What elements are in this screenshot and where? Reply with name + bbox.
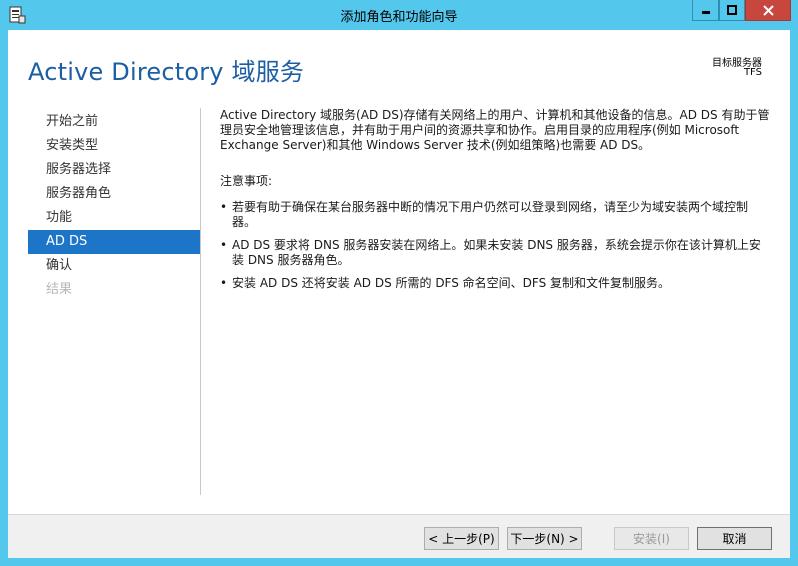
minimize-icon — [701, 11, 710, 14]
note-text: 安装 AD DS 还将安装 AD DS 所需的 DFS 命名空间、DFS 复制和… — [232, 276, 671, 290]
bullet-icon: • — [220, 276, 228, 290]
wizard-window: Active Directory 域服务 目标服务器 TFS 开始之前 安装类型… — [8, 30, 790, 558]
notes-title: 注意事项: — [220, 174, 273, 188]
nav-item-ad-ds[interactable]: AD DS — [28, 230, 200, 254]
bullet-icon: • — [220, 238, 228, 252]
nav-item-features[interactable]: 功能 — [28, 206, 200, 230]
maximize-button[interactable] — [719, 0, 745, 21]
nav-item-server-roles[interactable]: 服务器角色 — [28, 182, 200, 206]
bullet-icon: • — [220, 200, 228, 214]
list-item: • AD DS 要求将 DNS 服务器安装在网络上。如果未安装 DNS 服务器，… — [220, 238, 770, 268]
cancel-button[interactable]: 取消 — [697, 527, 772, 550]
nav-item-installation-type[interactable]: 安装类型 — [28, 134, 200, 158]
list-item: • 安装 AD DS 还将安装 AD DS 所需的 DFS 命名空间、DFS 复… — [220, 276, 770, 291]
title-bar: 添加角色和功能向导 — [0, 0, 798, 30]
previous-button[interactable]: < 上一步(P) — [424, 527, 499, 550]
nav-item-before-you-begin[interactable]: 开始之前 — [28, 110, 200, 134]
next-button[interactable]: 下一步(N) > — [507, 527, 582, 550]
minimize-button[interactable] — [692, 0, 719, 21]
intro-text: Active Directory 域服务(AD DS)存储有关网络上的用户、计算… — [220, 108, 770, 152]
install-button: 安装(I) — [614, 527, 689, 550]
page-title: Active Directory 域服务 — [28, 58, 305, 86]
list-item: • 若要有助于确保在某台服务器中断的情况下用户仍然可以登录到网络，请至少为域安装… — [220, 200, 770, 230]
nav-divider — [200, 108, 201, 495]
target-server-value: TFS — [743, 67, 762, 78]
nav-item-confirmation[interactable]: 确认 — [28, 254, 200, 278]
content-panel: Active Directory 域服务(AD DS)存储有关网络上的用户、计算… — [220, 108, 770, 299]
nav-item-results: 结果 — [46, 282, 73, 297]
close-icon — [762, 4, 774, 16]
close-button[interactable] — [745, 0, 791, 21]
note-text: 若要有助于确保在某台服务器中断的情况下用户仍然可以登录到网络，请至少为域安装两个… — [232, 200, 749, 229]
maximize-icon — [727, 5, 737, 15]
note-text: AD DS 要求将 DNS 服务器安装在网络上。如果未安装 DNS 服务器，系统… — [232, 238, 761, 267]
wizard-nav: 开始之前 安装类型 服务器选择 服务器角色 功能 AD DS 确认 结果 — [28, 110, 200, 302]
nav-item-server-selection[interactable]: 服务器选择 — [28, 158, 200, 182]
button-bar: < 上一步(P) 下一步(N) > 安装(I) 取消 — [8, 514, 790, 558]
window-title: 添加角色和功能向导 — [340, 10, 458, 25]
